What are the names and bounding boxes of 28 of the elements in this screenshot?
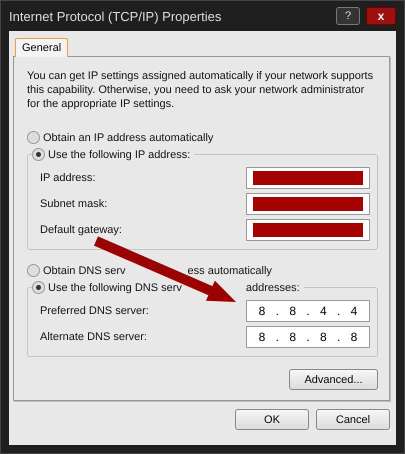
radio-button[interactable] (27, 131, 40, 144)
input-field[interactable] (246, 193, 370, 215)
window-title: Internet Protocol (TCP/IP) Properties (9, 8, 222, 24)
input-field[interactable] (246, 219, 370, 241)
input-field[interactable]: 8 . 8 . 4 . 4 (246, 300, 370, 322)
radio-label: Use the following DNS serv (48, 282, 182, 294)
field-label: Preferred DNS server: (40, 305, 149, 317)
radio-label: addresses: (246, 282, 300, 294)
field-label: Subnet mask: (40, 198, 108, 210)
field-label: Alternate DNS server: (40, 331, 147, 343)
field-label: IP address: (40, 172, 96, 184)
radio-button[interactable] (27, 264, 40, 277)
field-label: Default gateway: (40, 224, 122, 236)
tab[interactable]: General (15, 38, 68, 57)
radio-label: ess automatically (188, 264, 272, 276)
radio-label: Obtain DNS serv (43, 264, 126, 276)
radio-label: Use the following IP address: (48, 148, 190, 160)
input-field[interactable] (246, 167, 370, 189)
input-field[interactable]: 8 . 8 . 8 . 8 (246, 326, 370, 348)
radio-button[interactable] (32, 281, 45, 294)
close-button[interactable]: x (366, 7, 396, 25)
advanced-button[interactable]: Advanced... (289, 369, 378, 390)
dialog-button[interactable]: Cancel (316, 409, 390, 430)
help-button[interactable]: ? (336, 7, 360, 25)
radio-label: Obtain an IP address automatically (43, 132, 214, 144)
dialog-button[interactable]: OK (235, 409, 309, 430)
description-text: You can get IP settings assigned automatically if your network supports this capability. Otherwise, you need to ask your network administrator for the appropriate IP settings. (27, 69, 374, 111)
radio-button[interactable] (32, 148, 45, 161)
